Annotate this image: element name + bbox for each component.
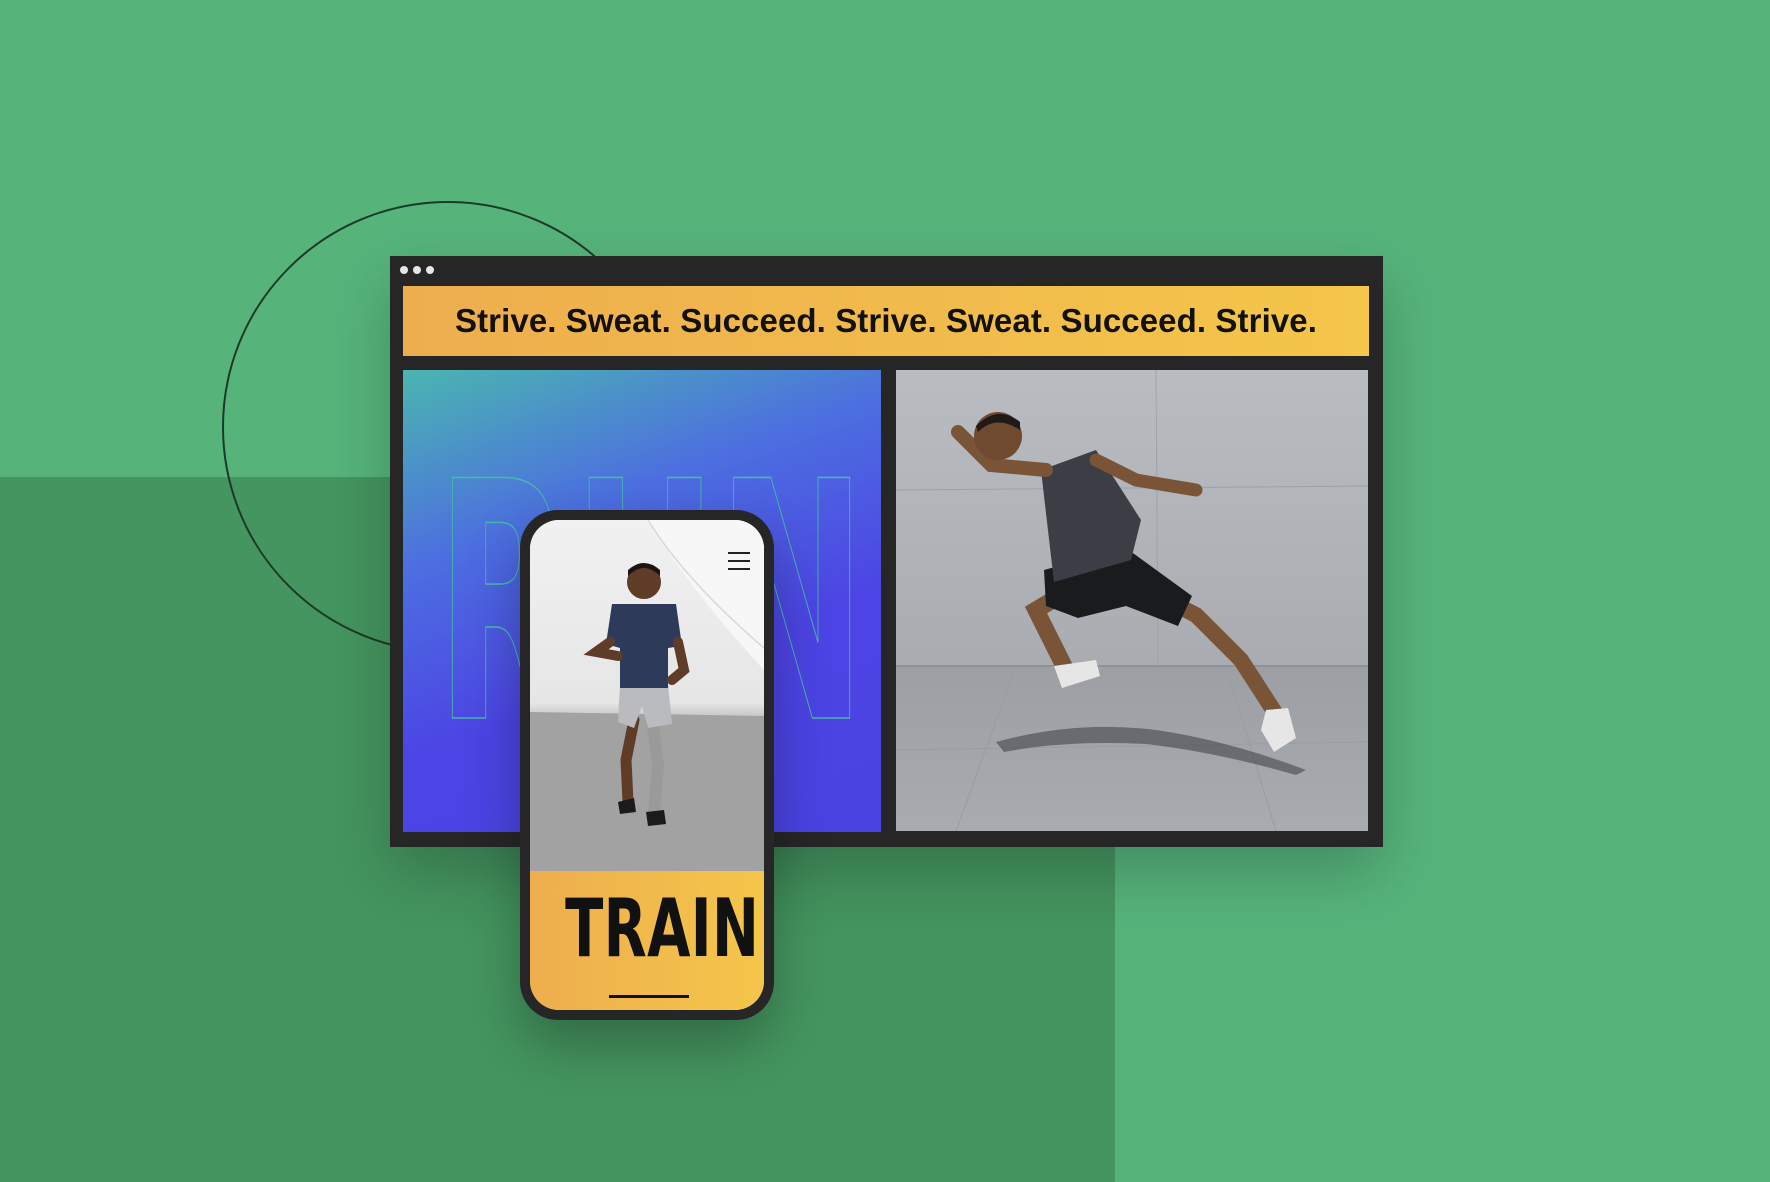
window-dot-icon[interactable]	[413, 266, 421, 274]
tagline-text: Strive. Sweat. Succeed. Strive. Sweat. S…	[454, 302, 1318, 339]
phone-mockup: TRAIN	[520, 510, 774, 1020]
phone-screen: TRAIN	[530, 520, 764, 1010]
hamburger-menu-icon[interactable]	[728, 552, 750, 570]
train-underline	[609, 995, 689, 998]
window-dot-icon[interactable]	[400, 266, 408, 274]
runner-illustration	[530, 520, 764, 871]
train-panel: TRAIN	[530, 871, 764, 1010]
window-controls	[400, 266, 434, 274]
sprinter-photo	[896, 370, 1368, 831]
runner-photo	[530, 520, 764, 871]
train-heading: TRAIN	[565, 882, 760, 975]
window-dot-icon[interactable]	[426, 266, 434, 274]
tagline-banner: Strive. Sweat. Succeed. Strive. Sweat. S…	[403, 286, 1369, 356]
sprinter-illustration	[896, 370, 1368, 831]
